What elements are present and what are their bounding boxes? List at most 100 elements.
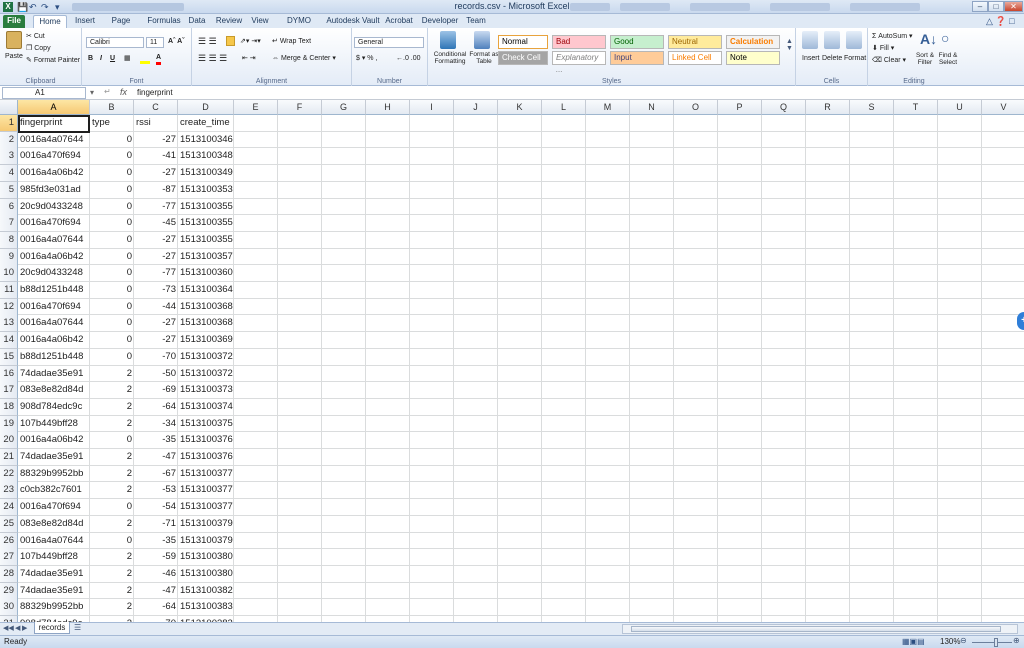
row-header[interactable]: 9	[0, 248, 18, 266]
grow-font-icon[interactable]: Aˆ Aˇ	[168, 37, 184, 46]
cell[interactable]: 74dadae35e91	[18, 366, 90, 383]
cut-button[interactable]: ✂ Cut	[26, 32, 45, 41]
sheet-tab-records[interactable]: records	[34, 622, 70, 634]
namebox-dropdown-icon[interactable]: ▾	[90, 88, 94, 97]
cell[interactable]: -47	[134, 583, 178, 600]
delete-cells-icon[interactable]	[824, 31, 840, 49]
cell[interactable]: 0016a4a07644	[18, 533, 90, 550]
style-cell[interactable]: Explanatory ...	[552, 51, 606, 74]
cell[interactable]: 0	[90, 349, 134, 366]
cell[interactable]: 0	[90, 249, 134, 266]
cell[interactable]: 1513100369	[178, 332, 234, 349]
cell[interactable]: -41	[134, 148, 178, 165]
row-header[interactable]: 8	[0, 231, 18, 249]
tab-team[interactable]: Team	[464, 15, 488, 28]
orientation-icon[interactable]: ⇗▾ ⇥▾	[240, 37, 261, 46]
cell[interactable]: 2	[90, 382, 134, 399]
cell[interactable]: 2	[90, 466, 134, 483]
cell[interactable]: 2	[90, 366, 134, 383]
zoom-in-icon[interactable]: ⊕	[1013, 636, 1020, 645]
align-top-icon[interactable]: ☰ ☰	[198, 37, 217, 46]
row-header[interactable]: 23	[0, 482, 18, 500]
cell[interactable]: -59	[134, 549, 178, 566]
cell[interactable]: 88329b9952bb	[18, 466, 90, 483]
cell[interactable]: 0016a470f694	[18, 499, 90, 516]
scroll-thumb[interactable]	[631, 626, 1001, 632]
styles-scroll-icon[interactable]: ▲ ▼	[786, 38, 793, 52]
cell[interactable]: -54	[134, 499, 178, 516]
indent-icon[interactable]: ⇤ ⇥	[242, 54, 256, 63]
cell[interactable]: -27	[134, 315, 178, 332]
fill-button[interactable]: ⬇ Fill ▾	[872, 44, 894, 53]
fill-color-icon[interactable]	[140, 55, 150, 64]
name-box[interactable]: A1	[2, 87, 86, 99]
cell[interactable]: 1513100379	[178, 516, 234, 533]
cell[interactable]: 1513100346	[178, 132, 234, 149]
horizontal-scrollbar[interactable]	[622, 624, 1018, 634]
cell[interactable]: 0	[90, 282, 134, 299]
cell[interactable]: 1513100372	[178, 349, 234, 366]
cell[interactable]: 0	[90, 299, 134, 316]
cell[interactable]: 1513100372	[178, 366, 234, 383]
cell[interactable]: -34	[134, 416, 178, 433]
row-header[interactable]: 4	[0, 165, 18, 183]
cell[interactable]: 2	[90, 399, 134, 416]
row-header[interactable]: 28	[0, 565, 18, 583]
cell[interactable]: -53	[134, 482, 178, 499]
column-header-q[interactable]: Q	[762, 100, 806, 115]
column-header-k[interactable]: K	[498, 100, 542, 115]
format-button[interactable]: Format	[844, 54, 866, 63]
cell[interactable]: 1513100376	[178, 432, 234, 449]
insert-button[interactable]: Insert	[802, 54, 820, 63]
column-header-h[interactable]: H	[366, 100, 410, 115]
format-table-button[interactable]: Format as Table	[468, 51, 500, 65]
style-cell[interactable]: Linked Cell	[668, 51, 722, 65]
cell[interactable]: 1513100355	[178, 232, 234, 249]
cell[interactable]: 0	[90, 432, 134, 449]
cell[interactable]: 1513100382	[178, 583, 234, 600]
cell[interactable]: 0016a4a06b42	[18, 432, 90, 449]
cell[interactable]: -70	[134, 349, 178, 366]
cell[interactable]: 1513100380	[178, 549, 234, 566]
cell[interactable]: c0cb382c7601	[18, 482, 90, 499]
view-buttons-icon[interactable]: ▦▣▤	[902, 637, 925, 646]
cell[interactable]: -71	[134, 516, 178, 533]
tab-acrobat[interactable]: Acrobat	[384, 15, 414, 28]
row-header[interactable]: 2	[0, 131, 18, 149]
column-header-a[interactable]: A	[18, 100, 90, 115]
cell[interactable]: 1513100380	[178, 566, 234, 583]
cell[interactable]: 0	[90, 332, 134, 349]
cell[interactable]: -77	[134, 199, 178, 216]
cell[interactable]: b88d1251b448	[18, 282, 90, 299]
cell[interactable]: -77	[134, 265, 178, 282]
cell[interactable]: 2	[90, 449, 134, 466]
cell[interactable]: 74dadae35e91	[18, 449, 90, 466]
borders-icon[interactable]: ▦	[124, 54, 131, 63]
cell[interactable]: 0016a4a06b42	[18, 165, 90, 182]
cell[interactable]: 985fd3e031ad	[18, 182, 90, 199]
format-table-icon[interactable]	[474, 31, 490, 49]
next-sheet-icon[interactable]: ▶	[22, 624, 27, 632]
row-header[interactable]: 5	[0, 181, 18, 199]
column-header-n[interactable]: N	[630, 100, 674, 115]
cell[interactable]: 1513100383	[178, 599, 234, 616]
cell[interactable]: 0016a4a07644	[18, 315, 90, 332]
formula-input[interactable]: fingerprint	[137, 88, 173, 97]
row-header[interactable]: 12	[0, 298, 18, 316]
cell[interactable]: 1513100364	[178, 282, 234, 299]
column-header-g[interactable]: G	[322, 100, 366, 115]
tab-formulas[interactable]: Formulas	[146, 15, 182, 28]
style-cell[interactable]: Calculation	[726, 35, 780, 49]
cell[interactable]: 107b449bff28	[18, 549, 90, 566]
currency-icon[interactable]: $ ▾ % ,	[356, 54, 377, 63]
row-header[interactable]: 21	[0, 449, 18, 466]
row-header[interactable]: 29	[0, 582, 18, 600]
copy-button[interactable]: ❐ Copy	[26, 44, 51, 53]
style-cell[interactable]: Good	[610, 35, 664, 49]
cell[interactable]: -27	[134, 249, 178, 266]
cell[interactable]: -73	[134, 282, 178, 299]
font-size-select[interactable]: 11	[146, 37, 164, 48]
cell[interactable]: 2	[90, 549, 134, 566]
cell[interactable]: 1513100348	[178, 148, 234, 165]
row-header[interactable]: 7	[0, 215, 18, 233]
